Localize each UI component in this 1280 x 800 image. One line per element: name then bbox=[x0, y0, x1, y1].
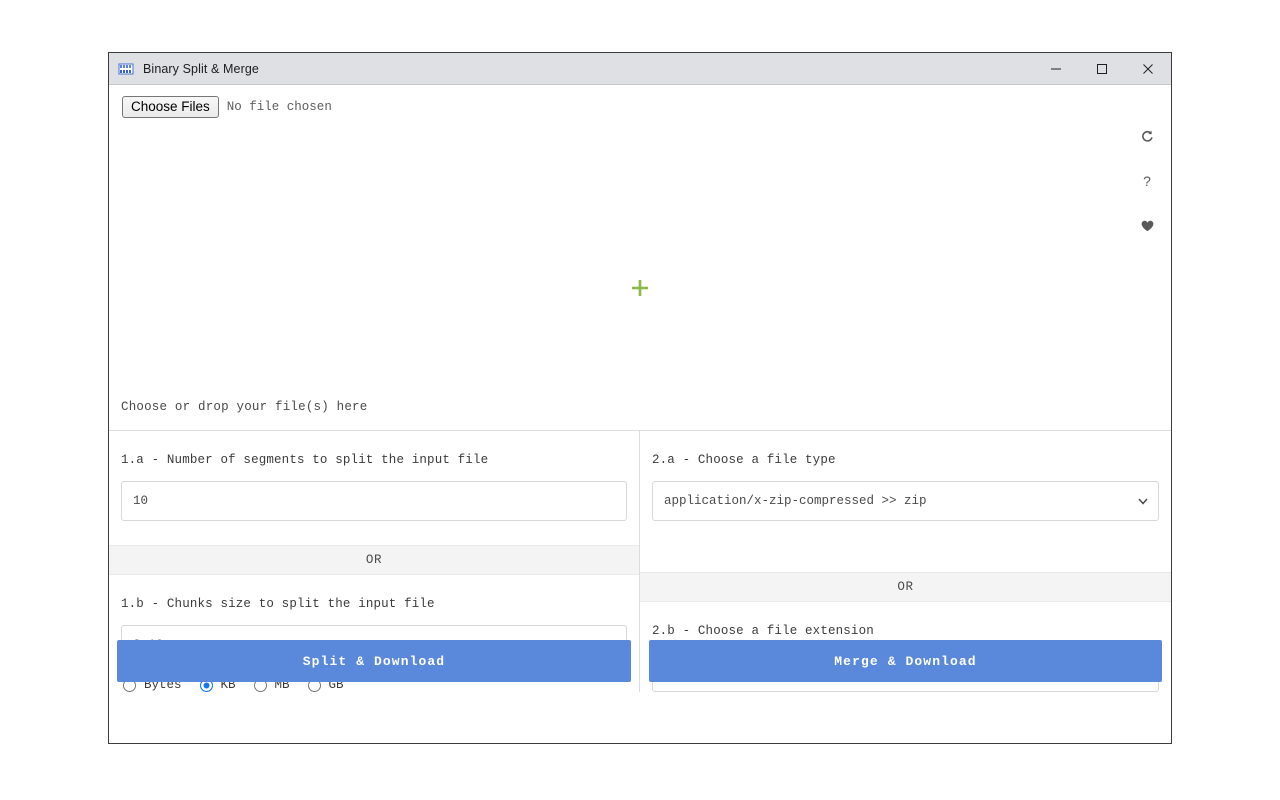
dropzone-hint-text: Choose or drop your file(s) here bbox=[121, 400, 367, 414]
file-type-select[interactable]: application/x-zip-compressed >> zip bbox=[652, 481, 1159, 521]
close-button[interactable] bbox=[1125, 53, 1171, 84]
minimize-icon bbox=[1050, 63, 1062, 75]
page-content: Choose Files No file chosen ? bbox=[109, 85, 1171, 743]
segments-field-block: 1.a - Number of segments to split the in… bbox=[109, 431, 639, 521]
maximize-button[interactable] bbox=[1079, 53, 1125, 84]
merge-download-button[interactable]: Merge & Download bbox=[649, 640, 1162, 682]
split-or-divider: OR bbox=[109, 545, 639, 575]
segments-label: 1.a - Number of segments to split the in… bbox=[121, 453, 627, 467]
plus-icon bbox=[629, 277, 651, 299]
minimize-button[interactable] bbox=[1033, 53, 1079, 84]
merge-or-divider: OR bbox=[640, 572, 1171, 602]
refresh-icon[interactable] bbox=[1138, 127, 1156, 145]
help-icon[interactable]: ? bbox=[1138, 172, 1156, 190]
segments-input[interactable]: 10 bbox=[121, 481, 627, 521]
file-picker-row: Choose Files No file chosen bbox=[122, 96, 332, 118]
title-bar: Binary Split & Merge bbox=[109, 53, 1171, 85]
add-file-plus[interactable] bbox=[109, 277, 1171, 299]
options-panels: 1.a - Number of segments to split the in… bbox=[109, 431, 1171, 692]
window-title: Binary Split & Merge bbox=[143, 62, 1033, 76]
file-dropzone[interactable]: Choose Files No file chosen ? bbox=[109, 85, 1171, 431]
maximize-icon bbox=[1096, 63, 1108, 75]
chevron-down-icon bbox=[1137, 482, 1149, 520]
merge-panel: 2.a - Choose a file type application/x-z… bbox=[640, 431, 1171, 692]
file-extension-label: 2.b - Choose a file extension bbox=[652, 624, 1159, 638]
application-window: Binary Split & Merge Choose Files No fil… bbox=[108, 52, 1172, 744]
split-download-button[interactable]: Split & Download bbox=[117, 640, 631, 682]
file-type-label: 2.a - Choose a file type bbox=[652, 453, 1159, 467]
chunks-label: 1.b - Chunks size to split the input fil… bbox=[121, 597, 627, 611]
merge-spacer-top bbox=[640, 521, 1171, 572]
file-type-selected-value: application/x-zip-compressed >> zip bbox=[664, 494, 927, 508]
choose-files-button[interactable]: Choose Files bbox=[122, 96, 219, 118]
binary-grid-icon bbox=[118, 61, 134, 77]
file-type-field-block: 2.a - Choose a file type application/x-z… bbox=[640, 431, 1171, 521]
help-icon-glyph: ? bbox=[1143, 173, 1151, 189]
file-status-text: No file chosen bbox=[227, 100, 332, 114]
split-spacer-top bbox=[109, 521, 639, 545]
close-icon bbox=[1142, 63, 1154, 75]
heart-icon[interactable] bbox=[1138, 217, 1156, 235]
side-icon-toolbar: ? bbox=[1138, 127, 1156, 235]
split-panel: 1.a - Number of segments to split the in… bbox=[109, 431, 640, 692]
